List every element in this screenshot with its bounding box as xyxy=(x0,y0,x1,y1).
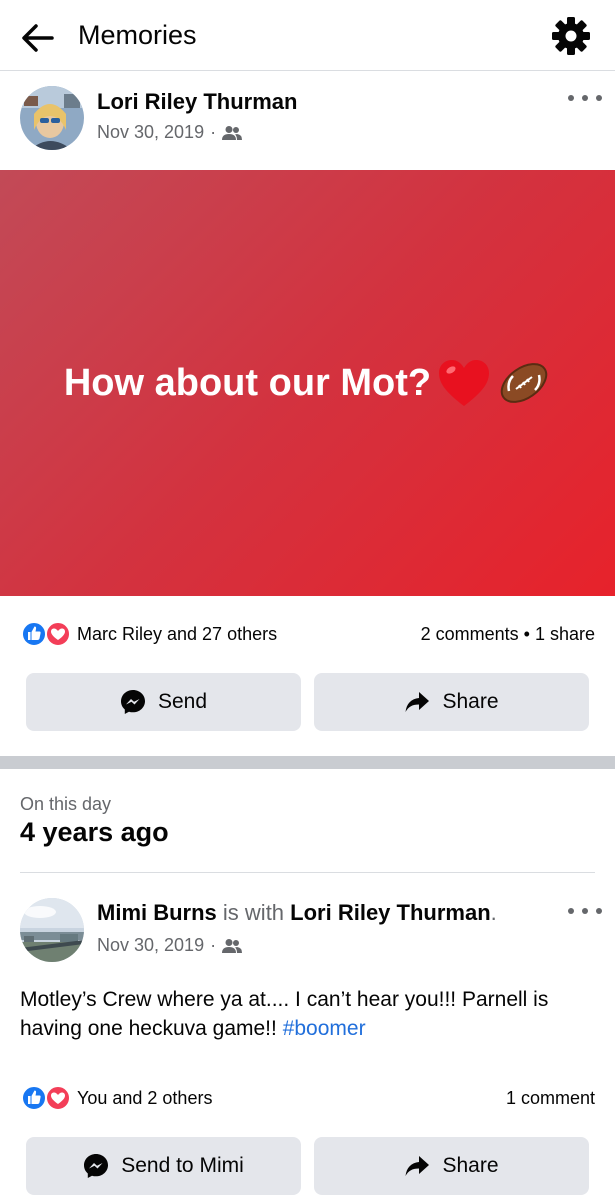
settings-button[interactable] xyxy=(550,15,592,57)
post-options-button[interactable] xyxy=(568,88,602,108)
share-button-label: Share xyxy=(442,690,499,713)
send-button-label: Send xyxy=(157,690,208,713)
more-dot xyxy=(568,95,574,101)
author-photo xyxy=(20,898,84,962)
post-background-card[interactable]: How about our Mot? xyxy=(0,170,615,596)
post-meta: Nov 30, 2019 · xyxy=(97,122,243,143)
post-reactions-row: You and 2 others 1 comment xyxy=(0,1084,615,1114)
post-author-line: Mimi Burns is with Lori Riley Thurman. xyxy=(97,900,497,926)
messenger-icon xyxy=(84,1154,109,1178)
share-arrow-icon xyxy=(405,692,430,712)
more-dot xyxy=(582,95,588,101)
send-button[interactable]: Send xyxy=(26,673,301,731)
red-heart-icon xyxy=(439,360,490,406)
football-icon xyxy=(500,363,548,403)
messenger-icon xyxy=(120,690,145,714)
more-dot xyxy=(596,95,602,101)
author-line-period: . xyxy=(490,900,497,925)
reaction-summary[interactable]: You and 2 others xyxy=(77,1088,212,1109)
gear-icon xyxy=(552,17,590,55)
comments-count[interactable]: 1 comment xyxy=(506,1088,595,1109)
post-options-button[interactable] xyxy=(568,901,602,921)
back-button[interactable] xyxy=(18,18,58,58)
send-to-mimi-button[interactable]: Send to Mimi xyxy=(26,1137,301,1195)
with-text: is with xyxy=(222,900,285,925)
post-text: How about our Mot? xyxy=(63,361,432,404)
author-avatar[interactable] xyxy=(20,86,84,150)
reaction-summary[interactable]: Marc Riley and 27 others xyxy=(77,624,277,645)
share-button[interactable]: Share xyxy=(314,1137,589,1195)
send-button-label: Send to Mimi xyxy=(121,1154,244,1177)
on-this-day-label: On this day xyxy=(20,794,112,814)
section-divider xyxy=(0,756,615,769)
post-date[interactable]: Nov 30, 2019 xyxy=(97,122,204,143)
share-arrow-icon xyxy=(405,1156,430,1176)
share-button-label: Share xyxy=(442,1154,499,1177)
post-body-text: Motley’s Crew where ya at.... I can’t he… xyxy=(20,985,600,1043)
author-photo xyxy=(20,86,84,150)
post-date[interactable]: Nov 30, 2019 xyxy=(97,935,204,956)
comments-shares-count[interactable]: 2 comments • 1 share xyxy=(421,624,595,645)
reaction-icons[interactable] xyxy=(20,1084,72,1112)
author-avatar[interactable] xyxy=(20,898,84,962)
arrow-left-icon xyxy=(22,24,54,52)
years-ago-title: 4 years ago xyxy=(20,817,169,847)
top-bar: Memories xyxy=(0,0,615,71)
separator xyxy=(20,872,595,873)
friends-icon xyxy=(222,125,243,140)
post-reactions-row: Marc Riley and 27 others 2 comments • 1 … xyxy=(0,620,615,650)
reaction-icons[interactable] xyxy=(20,620,72,648)
post-author-name[interactable]: Lori Riley Thurman xyxy=(97,89,297,115)
more-dot xyxy=(596,908,602,914)
more-dot xyxy=(568,908,574,914)
page-title: Memories xyxy=(78,20,197,50)
hashtag-link[interactable]: #boomer xyxy=(283,1017,366,1040)
share-button[interactable]: Share xyxy=(314,673,589,731)
tagged-person-name[interactable]: Lori Riley Thurman xyxy=(290,900,490,925)
post-author-name[interactable]: Mimi Burns xyxy=(97,900,217,925)
friends-icon xyxy=(222,938,243,953)
date-separator: · xyxy=(210,122,217,142)
date-separator: · xyxy=(210,935,217,955)
post-meta: Nov 30, 2019 · xyxy=(97,935,243,956)
more-dot xyxy=(582,908,588,914)
post-content: How about our Mot? xyxy=(64,358,551,408)
